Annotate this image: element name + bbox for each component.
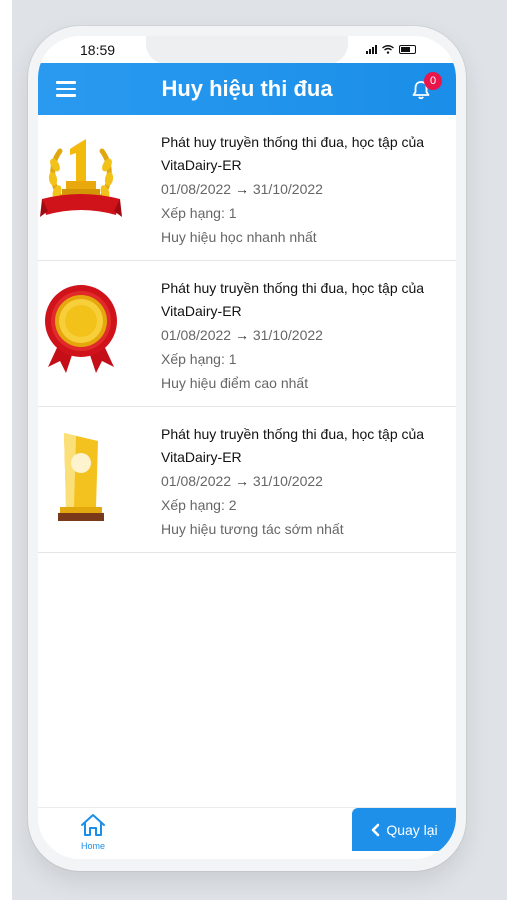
badge-type: Huy hiệu tương tác sớm nhất — [161, 521, 344, 537]
badge-start-date: 01/08/2022 — [161, 327, 232, 343]
chevron-left-icon — [372, 823, 380, 836]
status-time: 18:59 — [80, 42, 116, 58]
notification-count-badge: 0 — [424, 72, 442, 90]
back-button-label: Quay lại — [386, 821, 438, 838]
hamburger-menu-icon[interactable] — [56, 81, 76, 97]
phone-frame: 18:59 Huy hiệu thi đua 0 Phát huy truyền… — [28, 26, 466, 871]
badge-type: Huy hiệu học nhanh nhất — [161, 229, 317, 245]
badge-list-item[interactable]: Phát huy truyền thống thi đua, học tập c… — [38, 115, 456, 261]
badge-date-range: 01/08/2022 → 31/10/2022 — [161, 470, 446, 493]
badge-list: Phát huy truyền thống thi đua, học tập c… — [38, 115, 456, 553]
bottom-bar: Home Quay lại — [38, 807, 456, 859]
badge-rank: Xếp hạng: 1 — [161, 205, 237, 221]
badge-end-date: 31/10/2022 — [252, 327, 323, 343]
badge-title: Phát huy truyền thống thi đua, học tập c… — [161, 426, 425, 465]
badge-rank: Xếp hạng: 2 — [161, 497, 237, 513]
badge-list-item[interactable]: Phát huy truyền thống thi đua, học tập c… — [38, 407, 456, 553]
phone-notch — [146, 36, 348, 64]
badge-end-date: 31/10/2022 — [252, 473, 323, 489]
page-title: Huy hiệu thi đua — [161, 76, 333, 101]
arrow-right-icon: → — [234, 181, 249, 197]
home-icon — [81, 814, 105, 836]
arrow-right-icon: → — [234, 327, 249, 343]
battery-icon — [399, 45, 416, 54]
back-button[interactable]: Quay lại — [352, 808, 456, 851]
badge-list-item[interactable]: Phát huy truyền thống thi đua, học tập c… — [38, 261, 456, 407]
badge-start-date: 01/08/2022 — [161, 181, 232, 197]
badge-date-range: 01/08/2022 → 31/10/2022 — [161, 324, 446, 347]
laurel-rank-1-trophy-icon — [40, 139, 122, 217]
badge-title: Phát huy truyền thống thi đua, học tập c… — [161, 280, 425, 319]
badge-date-range: 01/08/2022 → 31/10/2022 — [161, 178, 446, 201]
wifi-icon — [382, 45, 394, 54]
badge-rank: Xếp hạng: 1 — [161, 351, 237, 367]
badge-end-date: 31/10/2022 — [252, 181, 323, 197]
badge-start-date: 01/08/2022 — [161, 473, 232, 489]
arrow-right-icon: → — [234, 473, 249, 489]
crystal-trophy-icon — [58, 433, 104, 521]
home-button[interactable]: Home — [76, 812, 110, 851]
badge-title: Phát huy truyền thống thi đua, học tập c… — [161, 134, 425, 173]
status-icons — [366, 45, 416, 54]
signal-icon — [366, 45, 377, 54]
app-header: Huy hiệu thi đua 0 — [38, 63, 456, 115]
gold-medal-rosette-icon — [45, 285, 117, 373]
badge-type: Huy hiệu điểm cao nhất — [161, 375, 309, 391]
app-screen: 18:59 Huy hiệu thi đua 0 Phát huy truyền… — [38, 36, 456, 859]
home-label: Home — [80, 841, 105, 851]
